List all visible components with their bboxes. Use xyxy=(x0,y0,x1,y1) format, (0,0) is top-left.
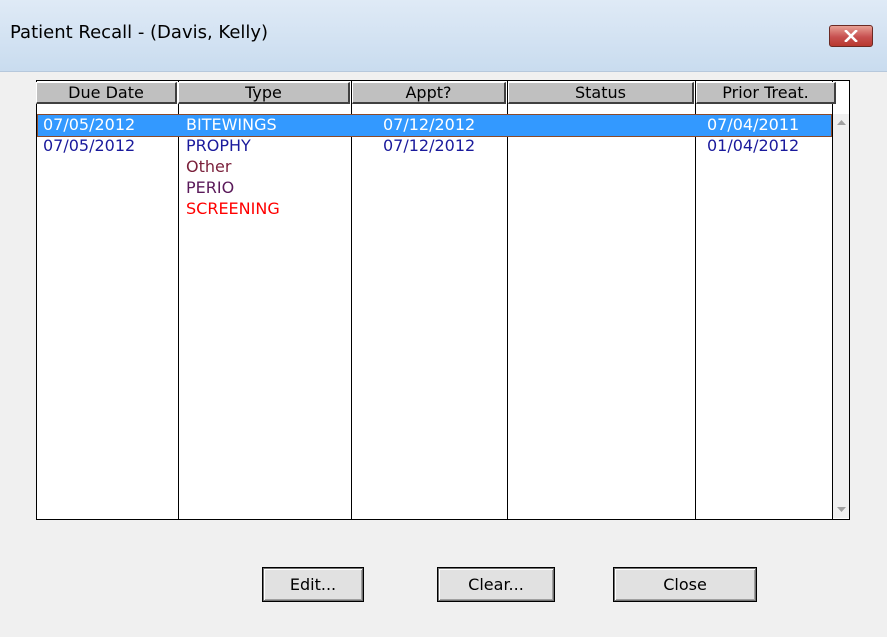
window-title: Patient Recall - (Davis, Kelly) xyxy=(10,22,269,43)
patient-recall-window: Patient Recall - (Davis, Kelly) Due Date… xyxy=(0,0,887,637)
header-due-date[interactable]: Due Date xyxy=(36,82,177,104)
title-bar[interactable]: Patient Recall - (Davis, Kelly) xyxy=(0,0,887,72)
column-divider xyxy=(178,80,179,520)
column-divider xyxy=(351,80,352,520)
edit-button[interactable]: Edit... xyxy=(262,567,364,602)
close-icon xyxy=(844,30,858,42)
close-window-button[interactable] xyxy=(829,25,873,47)
row2-prior-treat[interactable]: 01/04/2012 xyxy=(707,136,799,155)
clear-button[interactable]: Clear... xyxy=(437,567,555,602)
column-divider xyxy=(695,80,696,520)
row2-due-date[interactable]: 07/05/2012 xyxy=(43,136,135,155)
header-appt[interactable]: Appt? xyxy=(352,82,506,104)
row2-type-perio[interactable]: PERIO xyxy=(186,178,234,197)
header-type[interactable]: Type xyxy=(178,82,350,104)
row2-appt[interactable]: 07/12/2012 xyxy=(383,136,475,155)
row1-due-date[interactable]: 07/05/2012 xyxy=(43,115,135,134)
header-status[interactable]: Status xyxy=(508,82,694,104)
row1-type[interactable]: BITEWINGS xyxy=(186,115,277,134)
row2-type-prophy[interactable]: PROPHY xyxy=(186,136,251,155)
row1-appt[interactable]: 07/12/2012 xyxy=(383,115,475,134)
row1-prior-treat[interactable]: 07/04/2011 xyxy=(707,115,799,134)
row2-type-other[interactable]: Other xyxy=(186,157,231,176)
vertical-scrollbar[interactable] xyxy=(833,114,849,518)
scroll-down-arrow-icon[interactable] xyxy=(833,502,849,518)
dialog-client: Due Date Type Appt? Status Prior Treat. … xyxy=(0,72,887,637)
header-prior-treat[interactable]: Prior Treat. xyxy=(696,82,836,104)
column-divider xyxy=(507,80,508,520)
row2-type-screening[interactable]: SCREENING xyxy=(186,199,280,218)
close-button[interactable]: Close xyxy=(613,567,757,602)
scroll-up-arrow-icon[interactable] xyxy=(833,114,849,130)
